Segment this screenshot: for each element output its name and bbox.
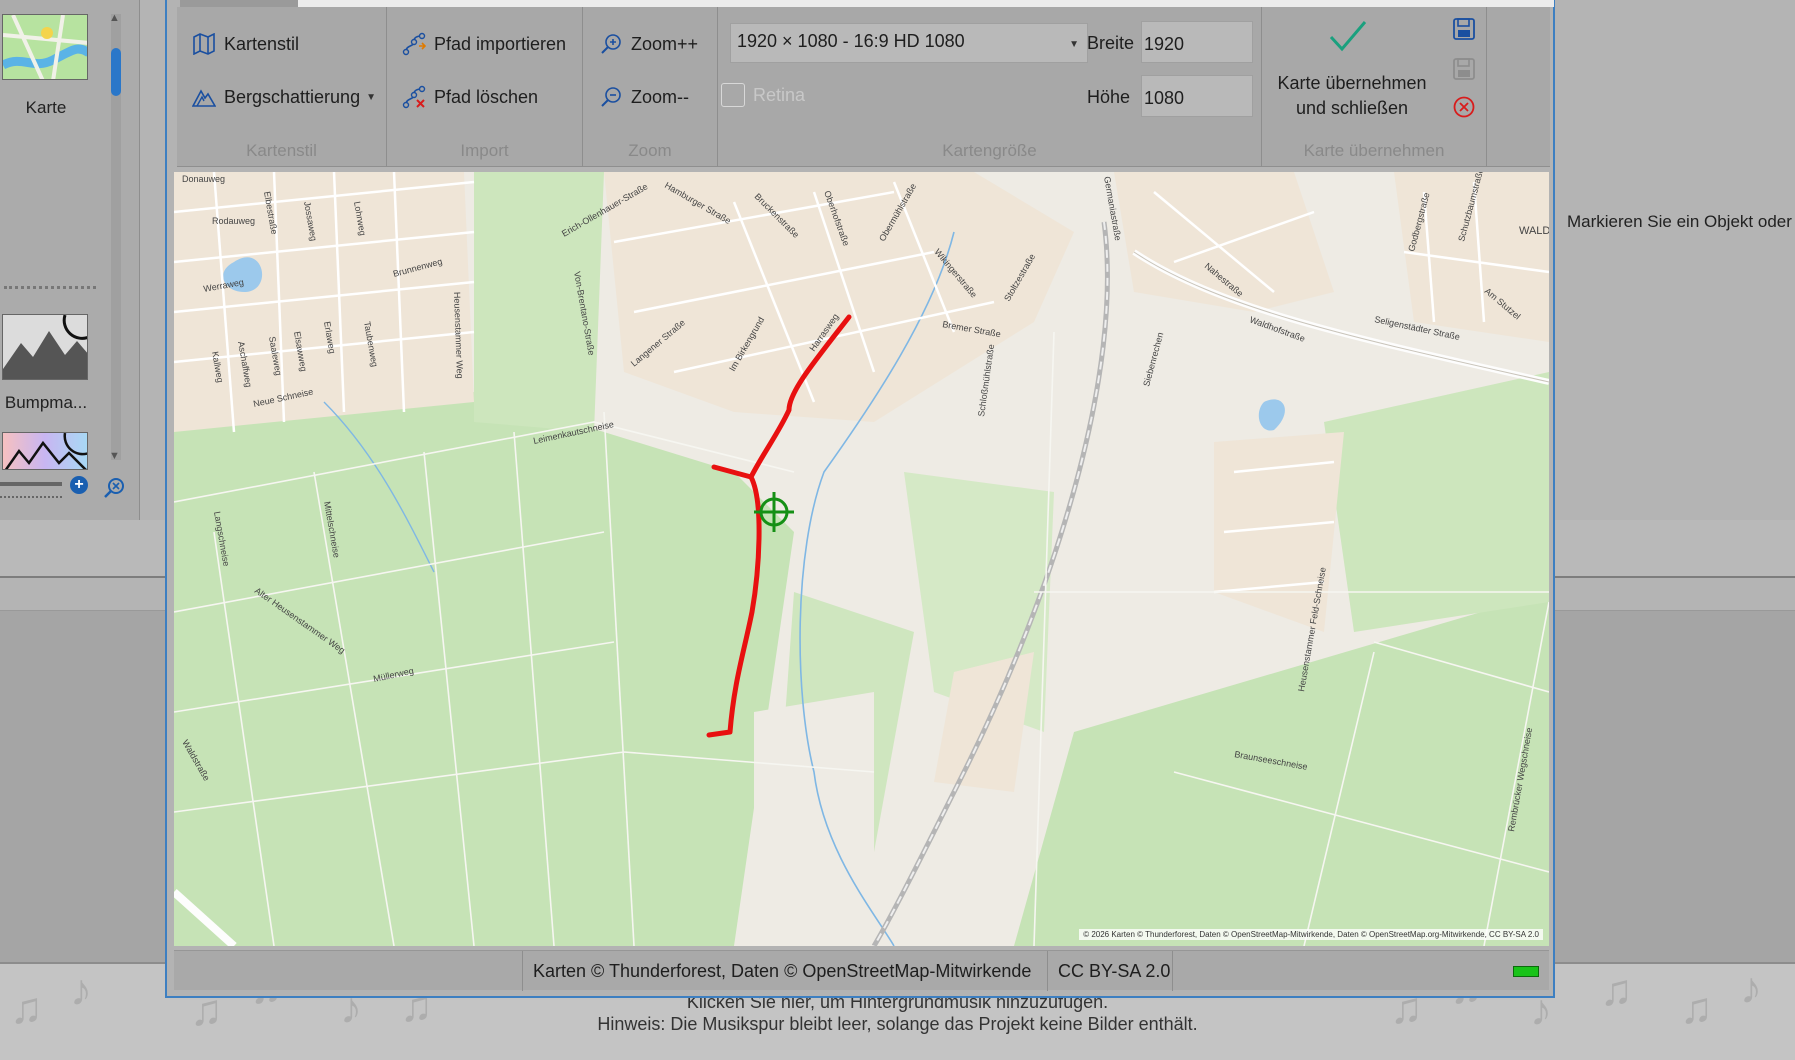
map-label: Rodauweg — [212, 216, 255, 226]
map-canvas[interactable]: Donauweg Rodauweg Elbestraße Jossaweg Lo… — [174, 172, 1549, 946]
zoom-in-label: Zoom++ — [631, 33, 699, 54]
group-caption-kartengroesse: Kartengröße — [942, 141, 1037, 160]
retina-label: Retina — [753, 85, 806, 105]
import-path-button[interactable]: Pfad importieren — [402, 27, 566, 61]
group-zoom: Zoom++ Zoom-- Zoom — [583, 7, 718, 167]
map-size-select[interactable]: 1920 × 1080 - 16:9 HD 1080 ▼ — [730, 23, 1088, 63]
bumpmap-thumbnail[interactable] — [2, 314, 88, 380]
map-style-button[interactable]: Kartenstil — [192, 27, 299, 61]
map-size-value: 1920 × 1080 - 16:9 HD 1080 — [737, 31, 965, 51]
zoom-plus-icon[interactable]: + — [70, 476, 88, 494]
zoom-in-icon — [601, 34, 621, 54]
path-delete-icon — [402, 85, 426, 109]
group-caption-uebernehmen: Karte übernehmen — [1303, 141, 1445, 160]
width-label: Breite — [1087, 33, 1135, 53]
hillshade-dropdown[interactable]: Bergschattierung ▼ — [192, 80, 376, 114]
dialog-title-bar — [180, 0, 1554, 7]
hillshade-label: Bergschattierung — [224, 86, 361, 107]
music-track-note: Hinweis: Die Musikspur bleibt leer, sola… — [597, 1014, 1198, 1034]
height-label: Höhe — [1087, 87, 1131, 107]
accept-label: Karte übernehmen und schließen — [1262, 71, 1442, 121]
map-thumbnail[interactable] — [2, 14, 88, 80]
map-thumbnail-label: Karte — [25, 98, 67, 117]
map-attribution: © 2026 Karten © Thunderforest, Daten © O… — [1079, 929, 1543, 940]
slider-ticks — [0, 492, 62, 498]
width-input[interactable] — [1141, 21, 1253, 63]
scroll-up-arrow-icon[interactable]: ▲ — [109, 12, 120, 24]
divider — [4, 286, 96, 289]
zoom-in-button[interactable]: Zoom++ — [601, 27, 698, 61]
map-editor-dialog: Kartenstil Bergschattierung ▼ Kartenstil — [165, 0, 1555, 998]
scrollbar-thumb[interactable] — [111, 48, 121, 96]
delete-path-label: Pfad löschen — [434, 86, 539, 107]
retina-checkbox[interactable] — [721, 83, 745, 107]
close-icon[interactable] — [1452, 95, 1476, 119]
mountain-outline-icon — [4, 433, 87, 469]
delete-path-button[interactable]: Pfad löschen — [402, 80, 538, 114]
accept-label-line2: und schließen — [1295, 98, 1409, 118]
group-kartenstil: Kartenstil Bergschattierung ▼ Kartenstil — [177, 7, 387, 167]
mountain-icon — [3, 315, 87, 379]
status-license: CC BY-SA 2.0 — [1047, 951, 1173, 991]
map-label: Donauweg — [182, 174, 225, 184]
map-icon — [3, 15, 87, 79]
bumpmap-thumbnail-label: Bumpma... — [4, 393, 88, 412]
chevron-down-icon: ▼ — [1069, 39, 1079, 50]
group-caption-zoom: Zoom — [628, 141, 672, 160]
residential-area — [1114, 172, 1334, 312]
zoom-out-icon — [601, 87, 621, 107]
gradient-mountain-thumbnail[interactable] — [2, 432, 88, 470]
map-style-icon — [193, 33, 215, 55]
map-style-label: Kartenstil — [224, 33, 300, 54]
group-caption-kartenstil: Kartenstil — [246, 141, 317, 160]
checkmark-icon — [1329, 21, 1367, 52]
group-uebernehmen: Karte übernehmen und schließen Karte übe… — [1262, 7, 1487, 167]
thumbnail-size-slider[interactable] — [0, 482, 62, 486]
group-kartengroesse: 1920 × 1080 - 16:9 HD 1080 ▼ Retina Brei… — [718, 7, 1262, 167]
zoom-out-label: Zoom-- — [631, 86, 689, 107]
ribbon-toolbar: Kartenstil Bergschattierung ▼ Kartenstil — [177, 7, 1550, 167]
save-as-icon[interactable] — [1452, 57, 1476, 81]
object-library-panel: Karte Bumpma... ▲ ▼ + — [0, 0, 140, 520]
zoom-fit-icon[interactable] — [104, 476, 126, 498]
forest-area — [174, 392, 794, 946]
save-icon[interactable] — [1452, 17, 1476, 41]
accept-label-line1: Karte übernehmen — [1277, 73, 1427, 93]
residential-area — [174, 172, 474, 432]
scroll-down-arrow-icon[interactable]: ▼ — [109, 450, 120, 462]
accept-and-close-button[interactable]: Karte übernehmen und schließen — [1262, 7, 1442, 127]
group-import: Pfad importieren Pfad löschen Import — [387, 7, 583, 167]
status-bar: Karten © Thunderforest, Daten © OpenStre… — [174, 950, 1549, 991]
map-view[interactable]: Donauweg Rodauweg Elbestraße Jossaweg Lo… — [174, 172, 1549, 946]
dialog-title-tab — [180, 0, 298, 7]
path-import-icon — [402, 32, 426, 56]
status-indicator — [1513, 966, 1539, 977]
zoom-out-button[interactable]: Zoom-- — [601, 80, 689, 114]
chevron-down-icon: ▼ — [366, 91, 376, 103]
field-area — [754, 692, 874, 946]
hillshade-icon — [192, 89, 216, 107]
properties-hint: Markieren Sie ein Objekt oder f — [1567, 212, 1795, 231]
map-label: WALD — [1519, 225, 1549, 237]
height-input[interactable] — [1141, 75, 1253, 117]
status-source: Karten © Thunderforest, Daten © OpenStre… — [522, 951, 1047, 991]
group-caption-import: Import — [460, 141, 509, 160]
import-path-label: Pfad importieren — [434, 33, 567, 54]
